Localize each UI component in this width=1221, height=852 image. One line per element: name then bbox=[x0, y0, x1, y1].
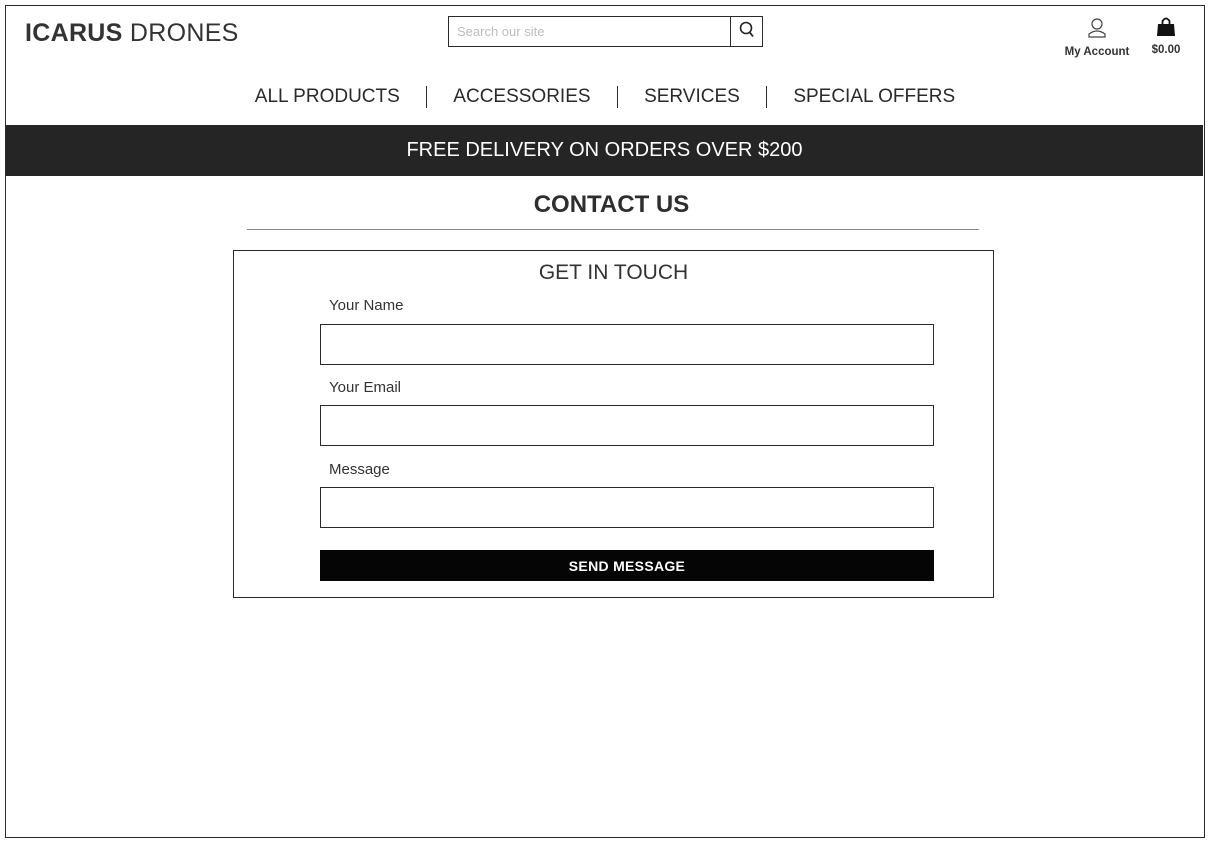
page-title: CONTACT US bbox=[533, 191, 690, 218]
message-field-box bbox=[320, 487, 934, 528]
contact-form: GET IN TOUCH Your Name Your Email Messag… bbox=[233, 250, 994, 598]
search-icon bbox=[738, 20, 756, 43]
email-field[interactable] bbox=[321, 406, 933, 445]
cart-total: $0.00 bbox=[1151, 44, 1181, 56]
name-label: Your Name bbox=[329, 297, 404, 314]
search-input[interactable] bbox=[449, 17, 730, 46]
send-message-button[interactable]: SEND MESSAGE bbox=[320, 550, 934, 581]
nav-accessories[interactable]: ACCESSORIES bbox=[427, 86, 616, 108]
my-account-label: My Account bbox=[1064, 46, 1130, 58]
user-icon bbox=[1087, 18, 1107, 43]
cart-link[interactable]: $0.00 bbox=[1146, 16, 1186, 56]
email-field-box bbox=[320, 405, 934, 446]
form-heading: GET IN TOUCH bbox=[538, 261, 689, 284]
name-field-box bbox=[320, 324, 934, 365]
message-label: Message bbox=[329, 461, 390, 478]
nav-all-products[interactable]: ALL PRODUCTS bbox=[229, 86, 426, 108]
nav-special-offers[interactable]: SPECIAL OFFERS bbox=[767, 86, 981, 108]
search-bar bbox=[448, 16, 763, 47]
name-field[interactable] bbox=[321, 325, 933, 364]
page-frame: ICARUS DRONES My Account bbox=[5, 5, 1205, 838]
logo-brand: ICARUS bbox=[25, 19, 123, 47]
shopping-bag-icon bbox=[1156, 17, 1176, 41]
nav-services[interactable]: SERVICES bbox=[618, 86, 766, 108]
logo[interactable]: ICARUS DRONES bbox=[25, 19, 239, 48]
email-label: Your Email bbox=[329, 379, 401, 396]
message-field[interactable] bbox=[321, 488, 933, 527]
promo-banner: FREE DELIVERY ON ORDERS OVER $200 bbox=[6, 125, 1203, 176]
promo-banner-text: FREE DELIVERY ON ORDERS OVER $200 bbox=[406, 139, 803, 161]
title-divider bbox=[247, 229, 979, 230]
search-button[interactable] bbox=[730, 17, 762, 46]
logo-rest: DRONES bbox=[129, 19, 239, 47]
my-account-link[interactable]: My Account bbox=[1061, 17, 1133, 58]
main-nav: ALL PRODUCTS ACCESSORIES SERVICES SPECIA… bbox=[6, 86, 1204, 108]
